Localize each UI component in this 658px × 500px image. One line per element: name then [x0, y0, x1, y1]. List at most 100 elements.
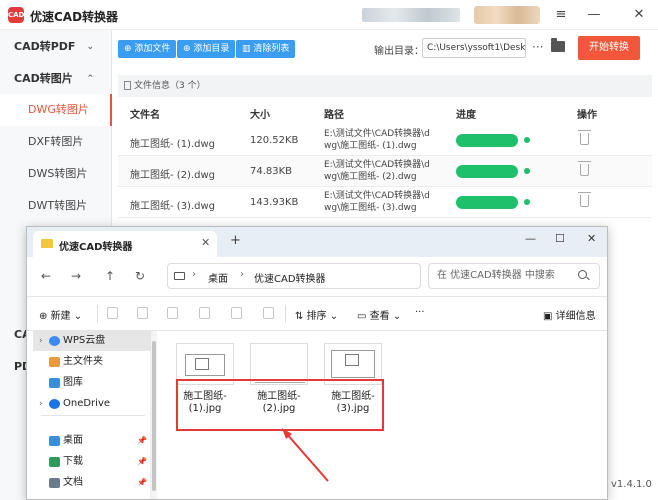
output-dir-label: 输出目录： — [374, 46, 424, 57]
new-tab-icon[interactable]: + — [230, 233, 241, 248]
breadcrumb-desktop[interactable]: 桌面 — [208, 270, 228, 285]
blurred-account-info — [362, 8, 460, 22]
close-tab-icon[interactable]: ✕ — [201, 236, 210, 249]
sidebar-group-cad-to-image[interactable]: CAD转图片 ⌃ — [0, 64, 112, 94]
pin-icon[interactable]: 📌 — [137, 431, 147, 451]
nav-item-gallery[interactable]: 图库 — [33, 373, 151, 393]
column-header-progress: 进度 — [456, 110, 476, 121]
column-header-path: 路径 — [324, 110, 344, 121]
start-convert-button[interactable]: 开始转换 — [578, 36, 640, 60]
sidebar-item-dxf[interactable]: DXF转图片 — [0, 126, 112, 158]
cut-icon[interactable] — [107, 307, 118, 319]
file-size: 120.52KB — [250, 135, 299, 146]
explorer-tab[interactable]: 优速CAD转换器 ✕ — [33, 231, 217, 257]
chevron-down-icon: ⌄ — [329, 311, 339, 322]
view-button[interactable]: ▭ 查看 ⌄ — [357, 307, 401, 322]
progress-bar — [456, 196, 518, 209]
add-folder-button[interactable]: ⊕ 添加目录 — [177, 40, 236, 58]
nav-item-home[interactable]: 主文件夹 — [33, 352, 151, 372]
close-icon[interactable]: ✕ — [630, 6, 648, 24]
pin-icon[interactable]: 📌 — [137, 473, 147, 493]
file-size: 143.93KB — [250, 197, 299, 208]
file-explorer-window: 优速CAD转换器 ✕ + — ☐ ✕ ← → ↑ ↻ › 桌面 › 优速CAD转… — [26, 226, 608, 500]
delete-icon[interactable] — [263, 307, 274, 319]
search-input[interactable]: 在 优速CAD转换器 中搜索 — [428, 263, 600, 289]
pin-icon[interactable]: 📌 — [137, 452, 147, 472]
minimize-icon[interactable]: — — [525, 232, 536, 245]
copy-icon[interactable] — [137, 307, 148, 319]
more-icon[interactable]: ··· — [415, 307, 425, 318]
nav-item-documents[interactable]: 文档 📌 — [33, 473, 151, 493]
explorer-file-area: 施工图纸- (1).jpg 施工图纸- (2).jpg 施工图纸- (3).jpg — [158, 331, 607, 499]
explorer-nav-pane: › WPS云盘 主文件夹 图库 › OneDrive 桌面 📌 下载 📌 文档 … — [27, 331, 151, 499]
sort-button[interactable]: ⇅ 排序 ⌄ — [295, 307, 338, 322]
plus-icon: ⊕ — [39, 311, 51, 322]
sidebar-group-label: CAD转PDF — [14, 40, 76, 53]
search-icon[interactable] — [578, 270, 587, 279]
sidebar-item-dwg[interactable]: DWG转图片 — [0, 94, 112, 126]
document-icon — [49, 478, 60, 488]
table-row[interactable]: 施工图纸- (2).dwg 74.83KB E:\测试文件\CAD转换器\d wg… — [118, 156, 652, 187]
clear-list-button[interactable]: ▥ 清除列表 — [236, 40, 296, 58]
explorer-tabbar: 优速CAD转换器 ✕ + — ☐ ✕ — [27, 227, 607, 257]
file-size: 74.83KB — [250, 166, 293, 177]
add-file-button[interactable]: ⊕ 添加文件 — [118, 40, 177, 58]
file-info-label: 文件信息（3 个） — [134, 81, 206, 91]
sidebar-item-dwt[interactable]: DWT转图片 — [0, 190, 112, 222]
chevron-right-icon: › — [39, 336, 43, 346]
sidebar-group-label: CAD转图片 — [14, 72, 73, 85]
back-icon[interactable]: ← — [41, 269, 51, 283]
close-icon[interactable]: ✕ — [587, 232, 596, 245]
breadcrumb-separator: › — [240, 269, 244, 280]
table-row[interactable]: 施工图纸- (1).dwg 120.52KB E:\测试文件\CAD转换器\d w… — [118, 125, 652, 156]
folder-icon[interactable] — [551, 38, 565, 52]
separator — [285, 305, 286, 323]
maximize-icon[interactable]: ☐ — [555, 232, 565, 245]
up-icon[interactable]: ↑ — [105, 269, 115, 283]
chevron-down-icon: ⌄ — [392, 311, 402, 322]
delete-icon[interactable] — [578, 192, 591, 207]
file-info-bar: 文件信息（3 个） — [118, 75, 652, 97]
nav-item-onedrive[interactable]: › OneDrive — [33, 394, 151, 414]
scrollbar-thumb[interactable] — [152, 341, 156, 491]
version-label: v1.4.1.0 — [611, 479, 652, 490]
sidebar-group-cad-to-pdf[interactable]: CAD转PDF ⌄ — [0, 32, 112, 62]
table-row[interactable]: 施工图纸- (3).dwg 143.93KB E:\测试文件\CAD转换器\d w… — [118, 187, 652, 218]
explorer-command-bar: ⊕ 新建 ⌄ ⇅ 排序 ⌄ ▭ 查看 ⌄ ··· ▣ 详细信息 — [27, 297, 607, 331]
details-button[interactable]: ▣ 详细信息 — [543, 307, 596, 322]
sidebar-item-dws[interactable]: DWS转图片 — [0, 158, 112, 190]
menu-icon[interactable]: ≡ — [552, 6, 570, 24]
view-icon: ▭ — [357, 311, 370, 322]
trash-icon: ▥ — [242, 44, 254, 54]
blurred-user-avatar[interactable] — [474, 6, 540, 24]
output-dir-input[interactable]: C:\Users\yssoft1\Deskt — [422, 38, 526, 58]
breadcrumb-folder[interactable]: 优速CAD转换器 — [254, 270, 326, 285]
address-bar[interactable]: › 桌面 › 优速CAD转换器 — [167, 263, 421, 289]
explorer-address-row: ← → ↑ ↻ › 桌面 › 优速CAD转换器 在 优速CAD转换器 中搜索 — [27, 257, 607, 297]
complete-dot-icon — [524, 137, 530, 143]
rename-icon[interactable] — [199, 307, 210, 319]
download-icon — [49, 457, 60, 467]
file-path: E:\测试文件\CAD转换器\d wg\施工图纸- (2).dwg — [324, 160, 430, 182]
delete-icon[interactable] — [578, 161, 591, 176]
nav-scrollbar[interactable] — [151, 331, 157, 499]
cloud-icon — [49, 336, 60, 346]
separator — [97, 305, 98, 323]
nav-item-wps-cloud[interactable]: › WPS云盘 — [33, 331, 151, 351]
folder-icon — [41, 239, 53, 248]
nav-item-downloads[interactable]: 下载 📌 — [33, 452, 151, 472]
more-options-icon[interactable]: ··· — [532, 40, 543, 54]
monitor-icon — [174, 272, 185, 280]
onedrive-icon — [49, 399, 60, 409]
paste-icon[interactable] — [167, 307, 178, 319]
forward-icon[interactable]: → — [71, 269, 81, 283]
delete-icon[interactable] — [578, 130, 591, 145]
minimize-icon[interactable]: — — [585, 6, 603, 24]
file-name: 施工图纸- (1).dwg — [130, 139, 216, 150]
annotation-arrow — [282, 428, 329, 482]
chevron-up-icon: ⌃ — [86, 74, 94, 84]
nav-item-desktop[interactable]: 桌面 📌 — [33, 431, 151, 451]
new-button[interactable]: ⊕ 新建 ⌄ — [39, 307, 82, 322]
share-icon[interactable] — [231, 307, 242, 319]
refresh-icon[interactable]: ↻ — [135, 269, 145, 283]
